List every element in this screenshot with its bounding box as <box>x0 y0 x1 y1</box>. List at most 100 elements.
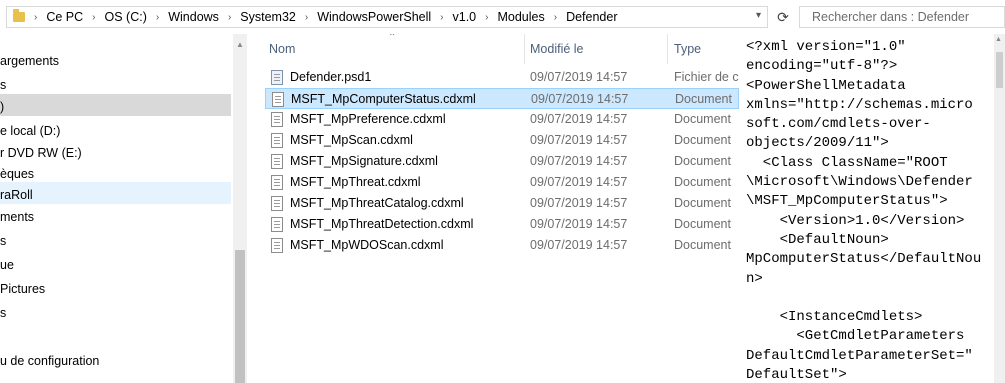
file-type: Document <box>674 238 731 252</box>
sidebar-item-label: ments <box>0 210 35 224</box>
sidebar-item[interactable]: e local (D:) <box>0 118 231 140</box>
sidebar-item-label: ue <box>0 258 14 272</box>
file-row[interactable]: MSFT_MpThreatDetection.cdxml 09/07/2019 1… <box>265 214 739 235</box>
search-box[interactable] <box>799 6 1005 28</box>
chevron-right-icon[interactable]: › <box>228 12 231 23</box>
preview-scrollbar[interactable]: ▲ <box>994 34 1005 383</box>
file-row[interactable]: MSFT_MpPreference.cdxml 09/07/2019 14:57 D… <box>265 109 739 130</box>
file-row[interactable]: MSFT_MpThreatCatalog.cdxml 09/07/2019 14:… <box>265 193 739 214</box>
file-row[interactable]: MSFT_MpSignature.cdxml 09/07/2019 14:57 Do… <box>265 151 739 172</box>
file-row[interactable]: MSFT_MpWDOScan.cdxml 09/07/2019 14:57 Docu… <box>265 235 739 256</box>
file-name: MSFT_MpThreatDetection.cdxml <box>290 217 474 231</box>
chevron-right-icon[interactable]: › <box>34 12 37 23</box>
file-type: Document <box>674 112 731 126</box>
refresh-icon[interactable]: ⟳ <box>772 6 794 28</box>
file-type: Fichier de c <box>674 70 739 84</box>
file-row[interactable]: MSFT_MpThreat.cdxml 09/07/2019 14:57 Docum… <box>265 172 739 193</box>
document-icon <box>271 217 283 232</box>
file-modified-date: 09/07/2019 14:57 <box>530 70 628 84</box>
breadcrumb-os-c[interactable]: OS (C:) <box>105 10 147 24</box>
sidebar-item-label: argements <box>0 54 60 68</box>
file-row[interactable]: MSFT_MpScan.cdxml 09/07/2019 14:57 Documen… <box>265 130 739 151</box>
sidebar-item[interactable]: ments <box>0 204 231 226</box>
navigation-pane: argements s) e local (D:) r DVD RW (E:) èque… <box>0 34 233 383</box>
scroll-up-arrow-icon[interactable]: ▲ <box>995 36 1002 43</box>
document-icon <box>271 196 283 211</box>
breadcrumb-system32[interactable]: System32 <box>240 10 296 24</box>
document-icon <box>271 175 283 190</box>
sidebar-item[interactable]: ue <box>0 252 231 274</box>
document-icon <box>271 154 283 169</box>
breadcrumb-windows[interactable]: Windows <box>168 10 219 24</box>
file-name: MSFT_MpComputerStatus.cdxml <box>291 92 476 106</box>
breadcrumb-modules[interactable]: Modules <box>497 10 544 24</box>
sidebar-item[interactable]: ) <box>0 94 231 116</box>
folder-icon <box>13 9 25 22</box>
scrollbar-thumb[interactable] <box>235 250 245 383</box>
file-type: Document <box>674 133 731 147</box>
file-modified-date: 09/07/2019 14:57 <box>531 92 629 106</box>
file-modified-date: 09/07/2019 14:57 <box>530 175 628 189</box>
sidebar-item[interactable]: r DVD RW (E:) <box>0 140 231 162</box>
file-type: Document <box>675 92 732 106</box>
file-type: Document <box>674 154 731 168</box>
column-header-name[interactable]: Nom <box>269 34 295 64</box>
address-bar[interactable]: › Ce PC › OS (C:) › Windows › System32 ›… <box>6 6 768 28</box>
file-name: MSFT_MpPreference.cdxml <box>290 112 446 126</box>
preview-content: <?xml version="1.0" encoding="utf-8"?> <… <box>746 39 982 383</box>
breadcrumb-defender[interactable]: Defender <box>566 10 617 24</box>
breadcrumb-ce-pc[interactable]: Ce PC <box>46 10 83 24</box>
chevron-down-icon[interactable]: ▾ <box>756 10 761 21</box>
file-modified-date: 09/07/2019 14:57 <box>530 133 628 147</box>
file-modified-date: 09/07/2019 14:57 <box>530 217 628 231</box>
sidebar-item[interactable]: èques <box>0 161 231 183</box>
sidebar-item[interactable]: s <box>0 300 231 322</box>
file-name: MSFT_MpSignature.cdxml <box>290 154 438 168</box>
document-icon <box>271 133 283 148</box>
chevron-right-icon[interactable]: › <box>305 12 308 23</box>
chevron-right-icon[interactable]: › <box>485 12 488 23</box>
column-divider[interactable] <box>524 34 525 64</box>
sidebar-item[interactable]: s <box>0 72 231 94</box>
chevron-right-icon[interactable]: › <box>156 12 159 23</box>
sidebar-item[interactable]: argements <box>0 48 231 70</box>
file-type: Document <box>674 175 731 189</box>
search-input[interactable] <box>810 9 1004 25</box>
breadcrumb-windowspowershell[interactable]: WindowsPowerShell <box>317 10 431 24</box>
file-name: Defender.psd1 <box>290 70 372 84</box>
column-header-type[interactable]: Type <box>674 34 701 64</box>
sidebar-item-label: raRoll <box>0 188 33 202</box>
chevron-right-icon[interactable]: › <box>92 12 95 23</box>
file-type: Document <box>674 196 731 210</box>
sidebar-item[interactable]: s <box>0 228 231 250</box>
document-icon <box>272 92 284 107</box>
sidebar-item[interactable]: u de configuration <box>0 348 231 370</box>
file-name: MSFT_MpScan.cdxml <box>290 133 413 147</box>
file-modified-date: 09/07/2019 14:57 <box>530 154 628 168</box>
chevron-right-icon[interactable]: › <box>440 12 443 23</box>
sort-ascending-icon: ⌃ <box>388 34 397 43</box>
address-bar-row: › Ce PC › OS (C:) › Windows › System32 ›… <box>0 0 1005 34</box>
preview-pane: <?xml version="1.0" encoding="utf-8"?> <… <box>739 34 994 383</box>
file-row[interactable]: Defender.psd1 09/07/2019 14:57 Fichier de … <box>265 67 739 88</box>
breadcrumb-v1[interactable]: v1.0 <box>453 10 477 24</box>
file-type: Document <box>674 217 731 231</box>
scrollbar-thumb[interactable] <box>996 52 1003 88</box>
sidebar-item-label: s <box>0 78 7 92</box>
navigation-scrollbar[interactable]: ▲ <box>233 34 247 383</box>
sidebar-item-label: u de configuration <box>0 354 100 368</box>
column-divider[interactable] <box>667 34 668 64</box>
document-icon <box>271 238 283 253</box>
sidebar-item[interactable]: Pictures <box>0 276 231 298</box>
sidebar-item-label: s <box>0 234 7 248</box>
file-name: MSFT_MpThreatCatalog.cdxml <box>290 196 464 210</box>
file-name: MSFT_MpWDOScan.cdxml <box>290 238 444 252</box>
chevron-right-icon[interactable]: › <box>554 12 557 23</box>
file-row[interactable]: MSFT_MpComputerStatus.cdxml 09/07/2019 14… <box>265 88 739 109</box>
sidebar-item[interactable]: raRoll <box>0 182 231 204</box>
scroll-up-arrow-icon[interactable]: ▲ <box>236 40 244 49</box>
column-header-modified[interactable]: Modifié le <box>530 34 584 64</box>
file-modified-date: 09/07/2019 14:57 <box>530 196 628 210</box>
file-modified-date: 09/07/2019 14:57 <box>530 238 628 252</box>
file-list: ⌃ Nom Modifié le Type Defender.psd1 09/07… <box>248 34 739 383</box>
